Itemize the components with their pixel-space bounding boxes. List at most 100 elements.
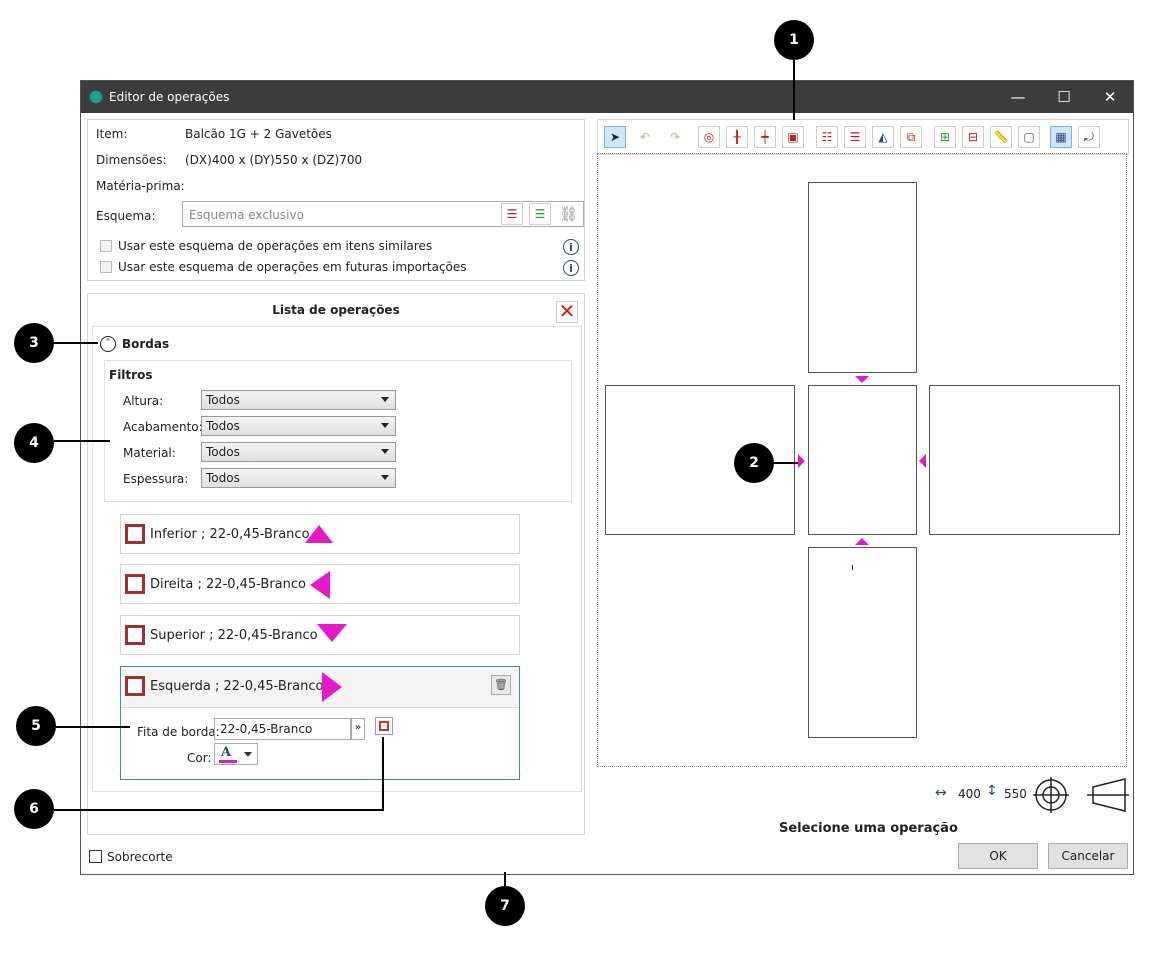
top-face-piece[interactable] bbox=[808, 182, 917, 373]
filter-finish-select[interactable]: Todos bbox=[201, 416, 396, 436]
filter-height-select[interactable]: Todos bbox=[201, 390, 396, 410]
edge-card-label: Superior ; 22-0,45-Branco bbox=[150, 628, 318, 643]
edge-band-icon bbox=[125, 524, 145, 544]
edge-card-right[interactable]: Direita ; 22-0,45-Branco bbox=[120, 564, 520, 604]
arrow-down-icon bbox=[317, 624, 347, 642]
callout-line bbox=[382, 737, 384, 811]
operations-list-panel: Lista de operações ✕ ˄ Bordas Filtros Al… bbox=[87, 293, 585, 835]
color-label: Cor: bbox=[187, 751, 212, 765]
info-icon[interactable]: i bbox=[563, 239, 579, 255]
similar-items-label: Usar este esquema de operações em itens … bbox=[118, 239, 433, 253]
redo-icon[interactable]: ↷ bbox=[664, 126, 686, 148]
edge-marker-right-icon bbox=[798, 454, 805, 468]
scheme-label: Esquema: bbox=[96, 209, 156, 223]
edge-marker-left-icon bbox=[919, 454, 926, 468]
remove-piece-icon[interactable]: ⊟ bbox=[962, 126, 984, 148]
height-value: 550 bbox=[1004, 787, 1027, 801]
unlink-icon[interactable]: ⛓ bbox=[559, 205, 578, 223]
edge-card-label: Esquerda ; 22-0,45-Branco bbox=[150, 679, 324, 694]
overcut-label: Sobrecorte bbox=[107, 850, 173, 864]
ruler-icon[interactable]: 📏 bbox=[990, 126, 1012, 148]
edge-band-tool-icon[interactable]: ▣ bbox=[782, 126, 804, 148]
filter-thickness-select[interactable]: Todos bbox=[201, 468, 396, 488]
copy-operation-icon[interactable]: ⧉ bbox=[900, 126, 922, 148]
callout-line bbox=[793, 60, 795, 120]
callout-2: 2 bbox=[734, 443, 774, 483]
drawing-canvas[interactable] bbox=[597, 153, 1127, 767]
color-picker[interactable]: A bbox=[214, 743, 258, 765]
marker bbox=[852, 565, 853, 570]
operations-editor-window: Editor de operações — ☐ ✕ Item: Balcão 1… bbox=[80, 80, 1134, 875]
perspective-view-icon[interactable] bbox=[1087, 777, 1129, 813]
select-pointer-icon[interactable]: ➤ bbox=[604, 126, 626, 148]
edge-card-left-selected[interactable]: Esquerda ; 22-0,45-Branco 🗑 Fita de bord… bbox=[120, 666, 520, 780]
rotate-icon[interactable]: ⤾ bbox=[1078, 126, 1100, 148]
height-arrow-icon: ↕ bbox=[986, 783, 998, 799]
filter-height-value: Todos bbox=[206, 393, 240, 407]
hole-icon[interactable]: ◎ bbox=[698, 126, 720, 148]
vertical-cut-icon[interactable]: ╂ bbox=[726, 126, 748, 148]
cancel-button[interactable]: Cancelar bbox=[1048, 843, 1128, 869]
edge-band-icon bbox=[125, 574, 145, 594]
callout-7: 7 bbox=[485, 886, 525, 926]
edge-card-label: Inferior ; 22-0,45-Branco bbox=[150, 527, 310, 542]
edge-preview-icon[interactable] bbox=[375, 717, 393, 735]
scheme-field[interactable]: Esquema exclusivo ☰ ☰ ⛓ bbox=[182, 201, 584, 227]
minimize-button[interactable]: — bbox=[995, 81, 1041, 113]
view-active-icon[interactable]: ▦ bbox=[1050, 126, 1072, 148]
scheme-save-icon[interactable]: ☰ bbox=[501, 203, 523, 225]
width-arrow-icon: ↔ bbox=[935, 785, 947, 801]
scheme-add-icon[interactable]: ☰ bbox=[529, 203, 551, 225]
callout-line bbox=[56, 726, 130, 728]
edge-band-icon bbox=[125, 676, 145, 696]
overcut-checkbox[interactable] bbox=[89, 850, 102, 863]
edge-card-top[interactable]: Superior ; 22-0,45-Branco bbox=[120, 615, 520, 655]
edge-card-label: Direita ; 22-0,45-Branco bbox=[150, 577, 306, 592]
dropdown-arrow-icon bbox=[381, 475, 389, 480]
add-operation-icon[interactable]: ☷ bbox=[816, 126, 838, 148]
edge-band-icon bbox=[125, 625, 145, 645]
tape-value: 22-0,45-Branco bbox=[220, 722, 313, 736]
edge-marker-down-icon bbox=[855, 376, 869, 383]
mirror-icon[interactable]: ◭ bbox=[872, 126, 894, 148]
callout-6: 6 bbox=[14, 789, 54, 829]
close-window-button[interactable]: ✕ bbox=[1087, 81, 1133, 113]
ok-button[interactable]: OK bbox=[958, 843, 1038, 869]
right-face-piece[interactable] bbox=[929, 385, 1120, 535]
callout-1: 1 bbox=[774, 20, 814, 60]
filter-material-select[interactable]: Todos bbox=[201, 442, 396, 462]
future-imports-checkbox[interactable] bbox=[100, 261, 112, 273]
list-operation-icon[interactable]: ☰ bbox=[844, 126, 866, 148]
similar-items-checkbox[interactable] bbox=[100, 240, 112, 252]
bottom-face-piece[interactable] bbox=[808, 547, 917, 738]
center-face-piece[interactable] bbox=[808, 385, 917, 535]
callout-5: 5 bbox=[16, 706, 56, 746]
dimensions-label: Dimensões: bbox=[96, 153, 167, 167]
remove-operations-button[interactable]: ✕ bbox=[556, 301, 578, 323]
filter-height-label: Altura: bbox=[123, 394, 164, 408]
filter-thickness-value: Todos bbox=[206, 471, 240, 485]
collapse-chevron-icon[interactable]: ˄ bbox=[100, 336, 116, 352]
undo-icon[interactable]: ↶ bbox=[634, 126, 656, 148]
arrow-left-icon bbox=[310, 571, 330, 599]
callout-line bbox=[54, 342, 98, 344]
horizontal-cut-icon[interactable]: ┿ bbox=[754, 126, 776, 148]
canvas-toolbar: ➤ ↶ ↷ ◎ ╂ ┿ ▣ ☷ ☰ ◭ ⧉ ⊞ ⊟ 📏 ▢ ▦ ⤾ bbox=[597, 119, 1129, 155]
dropdown-arrow-icon bbox=[381, 423, 389, 428]
callout-line bbox=[54, 440, 110, 442]
arrow-right-icon bbox=[322, 672, 342, 702]
callout-3: 3 bbox=[14, 323, 54, 363]
double-chevron-icon[interactable]: » bbox=[351, 718, 365, 740]
trash-icon[interactable]: 🗑 bbox=[491, 675, 511, 695]
tape-field[interactable]: 22-0,45-Branco bbox=[214, 718, 351, 740]
maximize-button[interactable]: ☐ bbox=[1041, 81, 1087, 113]
dropdown-arrow-icon bbox=[381, 449, 389, 454]
frame-icon[interactable]: ▢ bbox=[1018, 126, 1040, 148]
app-icon bbox=[89, 90, 103, 104]
crosshair-target-icon[interactable] bbox=[1033, 777, 1069, 813]
edge-card-bottom[interactable]: Inferior ; 22-0,45-Branco bbox=[120, 514, 520, 554]
future-imports-label: Usar este esquema de operações em futura… bbox=[118, 260, 467, 274]
color-swatch bbox=[219, 760, 237, 763]
add-piece-icon[interactable]: ⊞ bbox=[934, 126, 956, 148]
info-icon[interactable]: i bbox=[563, 260, 579, 276]
